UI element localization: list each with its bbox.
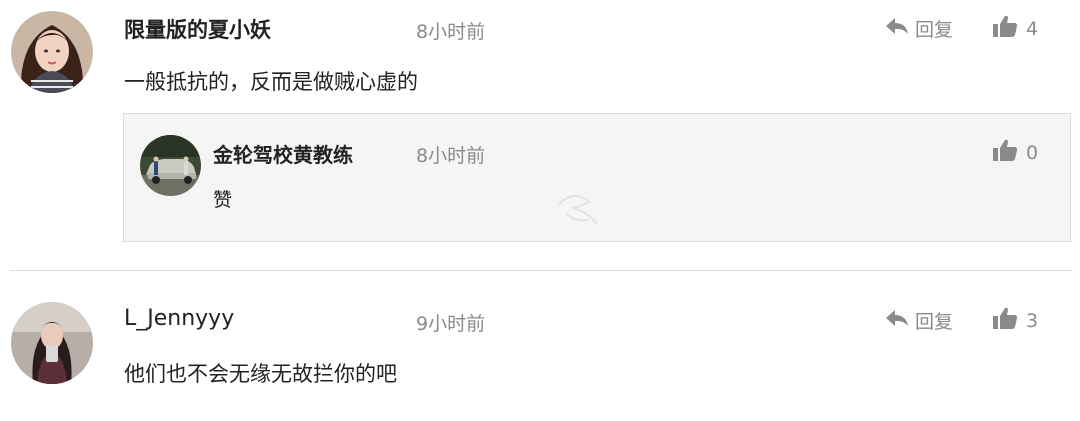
comment-divider: [10, 270, 1072, 271]
comment-timestamp: 8小时前: [416, 21, 486, 43]
comment-username[interactable]: 限量版的夏小妖: [124, 14, 271, 44]
reply-timestamp: 8小时前: [416, 145, 486, 167]
reply-box: 金轮驾校黄教练 8小时前 0 赞: [123, 113, 1071, 242]
reply-label: 回复: [915, 19, 954, 41]
watermark-logo: [469, 184, 619, 234]
avatar[interactable]: [11, 302, 93, 384]
reply-button[interactable]: 回复: [885, 15, 953, 42]
reply-username[interactable]: 金轮驾校黄教练: [213, 139, 353, 168]
reply-text: 赞: [213, 189, 233, 211]
like-count: 0: [1026, 141, 1039, 164]
like-count: 4: [1026, 17, 1039, 40]
reply-arrow-icon: [885, 16, 909, 41]
like-button[interactable]: 4: [992, 14, 1038, 43]
comment-text: 他们也不会无缘无故拦你的吧: [124, 362, 397, 386]
like-button[interactable]: 3: [992, 306, 1038, 335]
comment-timestamp: 9小时前: [416, 313, 486, 335]
reply-arrow-icon: [885, 308, 909, 333]
comment-username[interactable]: L_Jennyyy: [124, 306, 234, 331]
reply-button[interactable]: 回复: [885, 307, 953, 334]
thumbs-up-icon: [992, 306, 1018, 335]
thumbs-up-icon: [992, 138, 1018, 167]
thumbs-up-icon: [992, 14, 1018, 43]
avatar[interactable]: [11, 11, 93, 93]
like-count: 3: [1026, 309, 1039, 332]
reply-label: 回复: [915, 311, 954, 333]
reply-like-button[interactable]: 0: [992, 138, 1038, 167]
avatar[interactable]: [140, 135, 201, 196]
comment-text: 一般抵抗的，反而是做贼心虚的: [124, 70, 418, 94]
